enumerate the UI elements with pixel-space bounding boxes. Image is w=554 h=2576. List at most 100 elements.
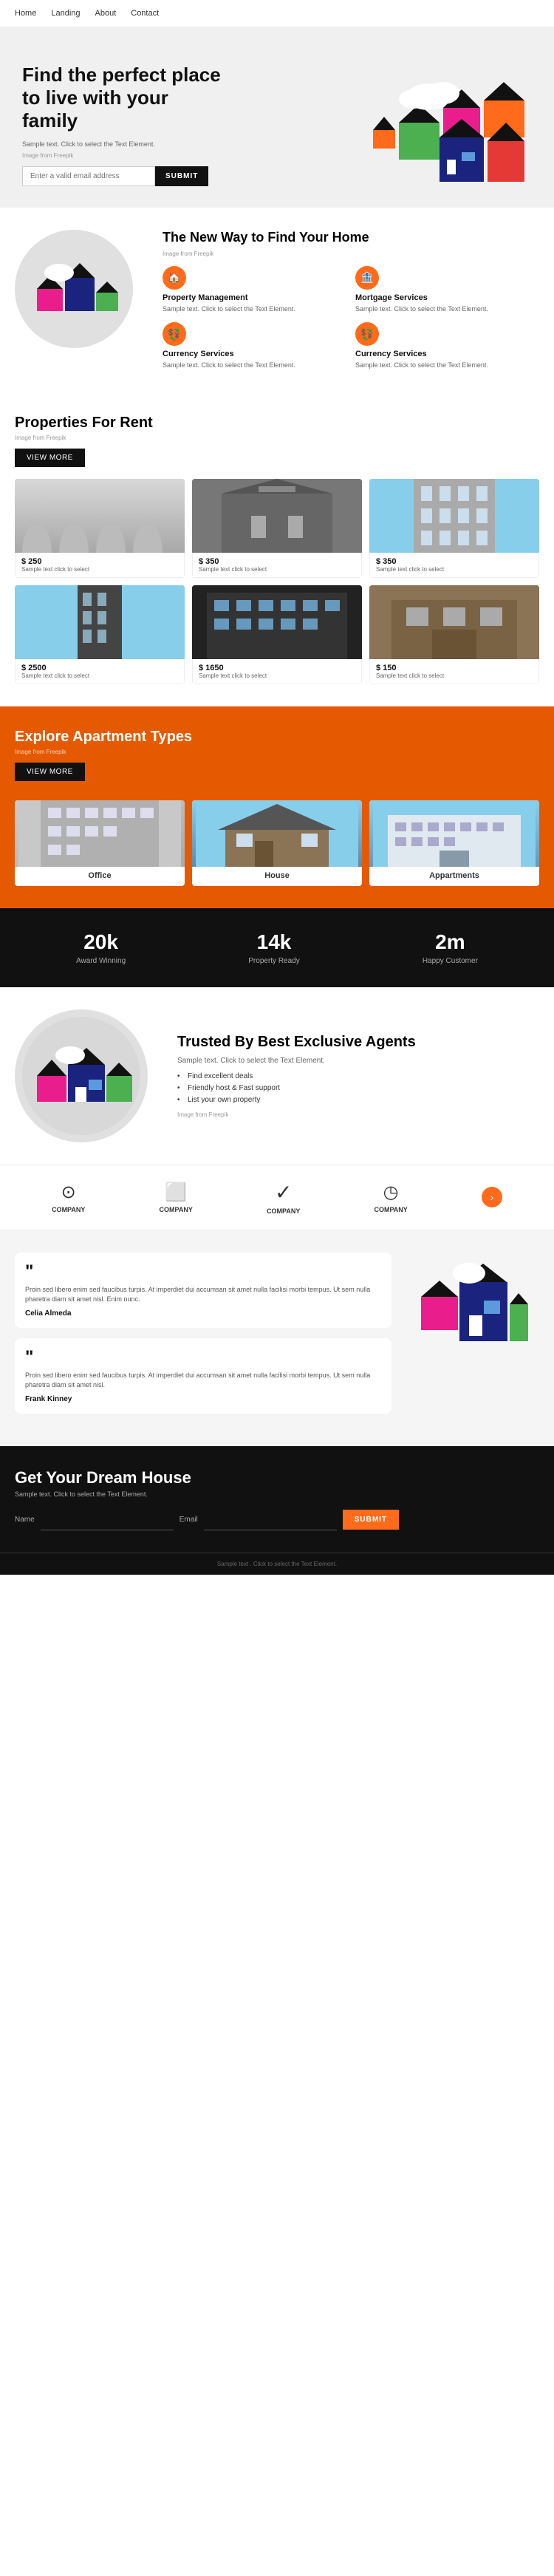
quote-mark-2: " — [25, 1349, 381, 1366]
new-way-section: The New Way to Find Your Home Image from… — [0, 208, 554, 392]
currency-services-icon-1: 💱 — [163, 322, 186, 346]
property-text-5: Sample text click to select — [199, 672, 355, 679]
testimonials-image — [406, 1253, 539, 1400]
stat-label-award: Award Winning — [76, 957, 126, 965]
logo-item-2: ⬜ COMPANY — [160, 1182, 193, 1213]
dream-subtitle: Sample text. Click to select the Text El… — [15, 1490, 539, 1498]
service-item-property: 🏠 Property Management Sample text. Click… — [163, 266, 346, 314]
logos-arrow-button[interactable]: › — [482, 1187, 502, 1207]
apt-appartments-svg — [369, 800, 539, 867]
property-card-3[interactable]: $ 350 Sample text click to select — [369, 479, 539, 578]
property-img-svg-1 — [15, 479, 185, 553]
testimonials-list: " Proin sed libero enim sed faucibus tur… — [15, 1253, 391, 1424]
testimonials-section: " Proin sed libero enim sed faucibus tur… — [0, 1230, 554, 1446]
dream-title: Get Your Dream House — [15, 1468, 539, 1488]
nav-link-contact[interactable]: Contact — [131, 9, 159, 18]
stat-num-customer: 2m — [423, 930, 478, 954]
dream-name-input[interactable] — [41, 1510, 174, 1530]
stats-section: 20k Award Winning 14k Property Ready 2m … — [0, 908, 554, 987]
hero-houses-svg — [325, 56, 532, 204]
property-price-5: $ 1650 — [199, 664, 355, 672]
apt-image-appartments — [369, 800, 539, 867]
trusted-bullets: Find excellent deals Friendly host & Fas… — [177, 1072, 539, 1104]
apt-name-appartments: Appartments — [369, 871, 539, 880]
logo-item-3: ✓ COMPANY — [267, 1180, 300, 1215]
service-item-mortgage: 🏦 Mortgage Services Sample text. Click t… — [355, 266, 539, 314]
property-info-1: $ 250 Sample text click to select — [15, 553, 185, 578]
nav-link-home[interactable]: Home — [15, 9, 36, 18]
property-info-5: $ 1650 Sample text click to select — [192, 659, 362, 684]
property-info-4: $ 2500 Sample text click to select — [15, 659, 185, 684]
property-price-4: $ 2500 — [21, 664, 178, 672]
service-title-2: Mortgage Services — [355, 293, 539, 302]
trusted-image — [15, 1009, 163, 1142]
property-card-1[interactable]: $ 250 Sample text click to select — [15, 479, 185, 578]
property-card-6[interactable]: $ 150 Sample text click to select — [369, 585, 539, 684]
dream-form: Name Email SUBMIT — [15, 1510, 539, 1530]
property-card-5[interactable]: $ 1650 Sample text click to select — [192, 585, 362, 684]
hero-content: Find the perfect place to live with your… — [22, 56, 325, 208]
property-price-2: $ 350 — [199, 557, 355, 566]
logo-icon-3: ✓ — [267, 1180, 300, 1204]
apt-office-svg — [15, 800, 185, 867]
trusted-svg — [22, 1017, 140, 1135]
stat-label-property: Property Ready — [248, 957, 299, 965]
property-info-6: $ 150 Sample text click to select — [369, 659, 539, 684]
service-item-currency2: 💱 Currency Services Sample text. Click t… — [355, 322, 539, 370]
testimonial-2: " Proin sed libero enim sed faucibus tur… — [15, 1338, 391, 1414]
hero-illustration — [325, 56, 532, 208]
nav-link-landing[interactable]: Landing — [51, 9, 80, 18]
apt-card-house[interactable]: House — [192, 800, 362, 886]
testimonial-text-1: Proin sed libero enim sed faucibus turpi… — [25, 1285, 381, 1305]
property-img-svg-5 — [192, 585, 362, 659]
stat-property-ready: 14k Property Ready — [248, 930, 299, 965]
logo-label-2: COMPANY — [160, 1206, 193, 1213]
apt-name-office: Office — [15, 871, 185, 880]
property-text-1: Sample text click to select — [21, 566, 178, 573]
properties-grid: $ 250 Sample text click to select $ 350 … — [15, 479, 539, 684]
service-title-1: Property Management — [163, 293, 346, 302]
dream-email-label: Email — [179, 1516, 198, 1524]
services-grid: 🏠 Property Management Sample text. Click… — [163, 266, 539, 370]
logo-label-4: COMPANY — [374, 1206, 407, 1213]
logos-section: ⊙ COMPANY ⬜ COMPANY ✓ COMPANY ◷ COMPANY … — [0, 1165, 554, 1230]
property-text-2: Sample text click to select — [199, 566, 355, 573]
trusted-circle — [15, 1009, 148, 1142]
trusted-bullet-2: Friendly host & Fast support — [177, 1084, 539, 1092]
stat-happy-customer: 2m Happy Customer — [423, 930, 478, 965]
testimonial-author-1: Celia Almeda — [25, 1309, 381, 1318]
property-card-2[interactable]: $ 350 Sample text click to select — [192, 479, 362, 578]
service-desc-1: Sample text. Click to select the Text El… — [163, 304, 346, 314]
explore-view-more-button[interactable]: VIEW MORE — [15, 763, 85, 781]
hero-submit-button[interactable]: SUBMIT — [155, 166, 208, 186]
nav-link-about[interactable]: About — [95, 9, 117, 18]
testimonial-text-2: Proin sed libero enim sed faucibus turpi… — [25, 1371, 381, 1391]
property-img-svg-6 — [369, 585, 539, 659]
apt-name-house: House — [192, 871, 362, 880]
property-image-6 — [369, 585, 539, 659]
dream-submit-button[interactable]: SUBMIT — [343, 1510, 399, 1530]
property-image-2 — [192, 479, 362, 553]
apt-card-appartments[interactable]: Appartments — [369, 800, 539, 886]
hero-section: Find the perfect place to live with your… — [0, 27, 554, 208]
footer-text: Sample text . Click to select the Text E… — [15, 1561, 539, 1567]
dream-email-input[interactable] — [204, 1510, 337, 1530]
property-text-4: Sample text click to select — [21, 672, 178, 679]
service-desc-2: Sample text. Click to select the Text El… — [355, 304, 539, 314]
properties-view-more-button[interactable]: VIEW MORE — [15, 449, 85, 467]
new-way-circle — [15, 230, 133, 348]
explore-title: Explore Apartment Types — [15, 729, 539, 746]
hero-email-input[interactable] — [22, 166, 155, 186]
apt-card-office[interactable]: Office — [15, 800, 185, 886]
property-card-4[interactable]: $ 2500 Sample text click to select — [15, 585, 185, 684]
property-image-5 — [192, 585, 362, 659]
dream-name-label: Name — [15, 1516, 35, 1524]
logo-label-3: COMPANY — [267, 1207, 300, 1215]
testimonial-author-2: Frank Kinney — [25, 1395, 381, 1403]
properties-section: Properties For Rent Image from Freepik V… — [0, 392, 554, 706]
logo-icon-4: ◷ — [374, 1182, 407, 1203]
property-img-svg-3 — [369, 479, 539, 553]
trusted-content: Trusted By Best Exclusive Agents Sample … — [177, 1033, 539, 1118]
stat-num-award: 20k — [76, 930, 126, 954]
mortgage-services-icon: 🏦 — [355, 266, 379, 290]
